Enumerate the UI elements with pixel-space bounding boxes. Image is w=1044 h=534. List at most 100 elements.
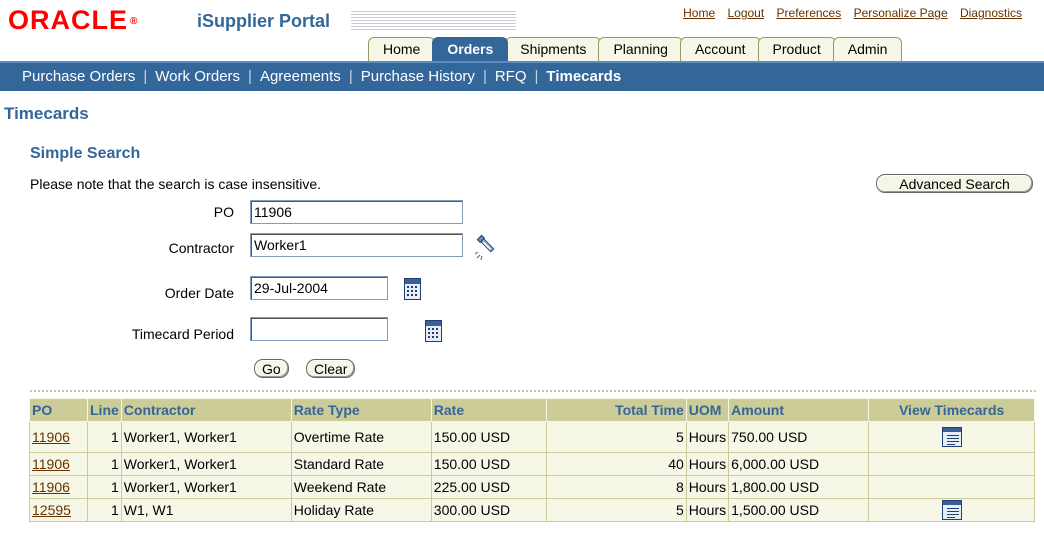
subnav-purchase-history[interactable]: Purchase History bbox=[361, 68, 475, 85]
cell-contractor: Worker1, Worker1 bbox=[120, 475, 292, 499]
cell-uom: Hours bbox=[685, 452, 730, 476]
cell-view-timecards bbox=[868, 421, 1036, 453]
cell-uom: Hours bbox=[685, 421, 730, 453]
po-link[interactable]: 11906 bbox=[32, 429, 70, 445]
calendar-icon[interactable] bbox=[404, 278, 421, 300]
global-link-logout[interactable]: Logout bbox=[727, 6, 764, 20]
global-link-home[interactable]: Home bbox=[683, 6, 715, 20]
cell-amount: 1,500.00 USD bbox=[728, 498, 870, 522]
global-links: Home Logout Preferences Personalize Page… bbox=[674, 6, 1022, 20]
column-header-po: PO bbox=[29, 398, 88, 422]
tab-product[interactable]: Product bbox=[757, 37, 836, 61]
cell-rate: 150.00 USD bbox=[430, 421, 547, 453]
cell-total-time: 8 bbox=[545, 475, 687, 499]
column-header-rate: Rate bbox=[430, 398, 547, 422]
logo-text: ORACLE bbox=[8, 5, 128, 35]
subnav-separator: | bbox=[143, 68, 148, 85]
cell-rate-type: Weekend Rate bbox=[290, 475, 432, 499]
cell-line: 1 bbox=[87, 452, 122, 476]
po-label: PO bbox=[213, 204, 234, 220]
page-title: Timecards bbox=[4, 104, 89, 123]
subnav-separator: | bbox=[248, 68, 252, 85]
subnav-separator: | bbox=[348, 68, 353, 85]
table-header-row: PO Line Contractor Rate Type Rate Total … bbox=[29, 398, 1036, 422]
order-date-input[interactable] bbox=[250, 276, 388, 300]
tab-planning[interactable]: Planning bbox=[598, 37, 683, 61]
cell-po: 12595 bbox=[29, 498, 88, 522]
clear-button[interactable]: Clear bbox=[306, 359, 356, 378]
oracle-logo: ORACLE ® bbox=[8, 5, 138, 35]
table-row: 11906 1 Worker1, Worker1 Standard Rate 1… bbox=[29, 452, 1036, 476]
column-header-amount: Amount bbox=[728, 398, 870, 422]
subnav-separator: | bbox=[482, 68, 487, 85]
cell-po: 11906 bbox=[29, 421, 88, 453]
section-title: Simple Search bbox=[30, 145, 141, 162]
subnav-rfq[interactable]: RFQ bbox=[495, 68, 527, 85]
cell-contractor: W1, W1 bbox=[120, 498, 292, 522]
cell-view-timecards bbox=[868, 475, 1036, 499]
table-row: 12595 1 W1, W1 Holiday Rate 300.00 USD 5… bbox=[29, 498, 1036, 522]
subnav-purchase-orders[interactable]: Purchase Orders bbox=[22, 68, 135, 85]
go-button[interactable]: Go bbox=[254, 359, 289, 378]
po-input[interactable] bbox=[250, 200, 463, 224]
cell-rate: 300.00 USD bbox=[430, 498, 547, 522]
column-header-line: Line bbox=[87, 398, 122, 422]
contractor-input[interactable] bbox=[250, 233, 463, 257]
subnav-agreements[interactable]: Agreements bbox=[260, 68, 341, 85]
cell-contractor: Worker1, Worker1 bbox=[120, 452, 292, 476]
cell-line: 1 bbox=[87, 475, 122, 499]
cell-total-time: 40 bbox=[545, 452, 687, 476]
contractor-label: Contractor bbox=[168, 240, 234, 256]
cell-rate: 225.00 USD bbox=[430, 475, 547, 499]
global-link-diagnostics[interactable]: Diagnostics bbox=[960, 6, 1022, 20]
view-timecard-icon[interactable] bbox=[941, 500, 962, 520]
timecard-period-input[interactable] bbox=[250, 317, 388, 341]
column-header-uom: UOM bbox=[685, 398, 730, 422]
tab-home[interactable]: Home bbox=[368, 37, 436, 61]
cell-po: 11906 bbox=[29, 475, 88, 499]
view-timecard-icon[interactable] bbox=[941, 427, 962, 447]
search-note: Please note that the search is case inse… bbox=[30, 176, 322, 192]
po-link[interactable]: 11906 bbox=[32, 456, 70, 472]
global-link-personalize-page[interactable]: Personalize Page bbox=[854, 6, 948, 20]
tab-orders[interactable]: Orders bbox=[432, 37, 509, 61]
results-table: PO Line Contractor Rate Type Rate Total … bbox=[29, 398, 1036, 522]
cell-amount: 750.00 USD bbox=[728, 421, 870, 453]
column-header-view-timecards: View Timecards bbox=[868, 398, 1036, 422]
portal-name: iSupplier Portal bbox=[197, 11, 331, 31]
logo-trademark: ® bbox=[130, 16, 139, 27]
column-header-total-time: Total Time bbox=[545, 398, 687, 422]
cell-total-time: 5 bbox=[545, 498, 687, 522]
calendar-icon[interactable] bbox=[425, 320, 443, 342]
po-link[interactable]: 11906 bbox=[32, 479, 70, 495]
cell-rate: 150.00 USD bbox=[430, 452, 547, 476]
tab-admin[interactable]: Admin bbox=[832, 37, 903, 61]
subnav-work-orders[interactable]: Work Orders bbox=[155, 68, 240, 85]
order-date-label: Order Date bbox=[164, 285, 234, 301]
cell-view-timecards bbox=[868, 452, 1036, 476]
subnav: Purchase Orders | Work Orders | Agreements | P… bbox=[22, 63, 621, 91]
main-tabs: Home Orders Shipments Planning Account P… bbox=[368, 36, 903, 61]
tab-shipments[interactable]: Shipments bbox=[505, 37, 602, 61]
cell-rate-type: Standard Rate bbox=[290, 452, 432, 476]
global-link-preferences[interactable]: Preferences bbox=[777, 6, 842, 20]
cell-po: 11906 bbox=[29, 452, 88, 476]
divider bbox=[30, 390, 1036, 392]
cell-view-timecards bbox=[868, 498, 1036, 522]
po-link[interactable]: 12595 bbox=[32, 502, 71, 518]
subnav-timecards[interactable]: Timecards bbox=[546, 68, 621, 85]
tab-account[interactable]: Account bbox=[679, 37, 761, 61]
advanced-search-button[interactable]: Advanced Search bbox=[876, 174, 1033, 193]
cell-line: 1 bbox=[87, 421, 122, 453]
cell-rate-type: Holiday Rate bbox=[290, 498, 432, 522]
subnav-separator: | bbox=[534, 68, 539, 85]
cell-line: 1 bbox=[87, 498, 122, 522]
cell-contractor: Worker1, Worker1 bbox=[120, 421, 292, 453]
timecard-period-label: Timecard Period bbox=[131, 326, 234, 342]
cell-uom: Hours bbox=[685, 498, 730, 522]
cell-amount: 1,800.00 USD bbox=[728, 475, 870, 499]
column-header-contractor: Contractor bbox=[120, 398, 292, 422]
flashlight-icon[interactable] bbox=[474, 232, 501, 261]
header-stripes bbox=[351, 11, 516, 31]
column-header-rate-type: Rate Type bbox=[290, 398, 432, 422]
